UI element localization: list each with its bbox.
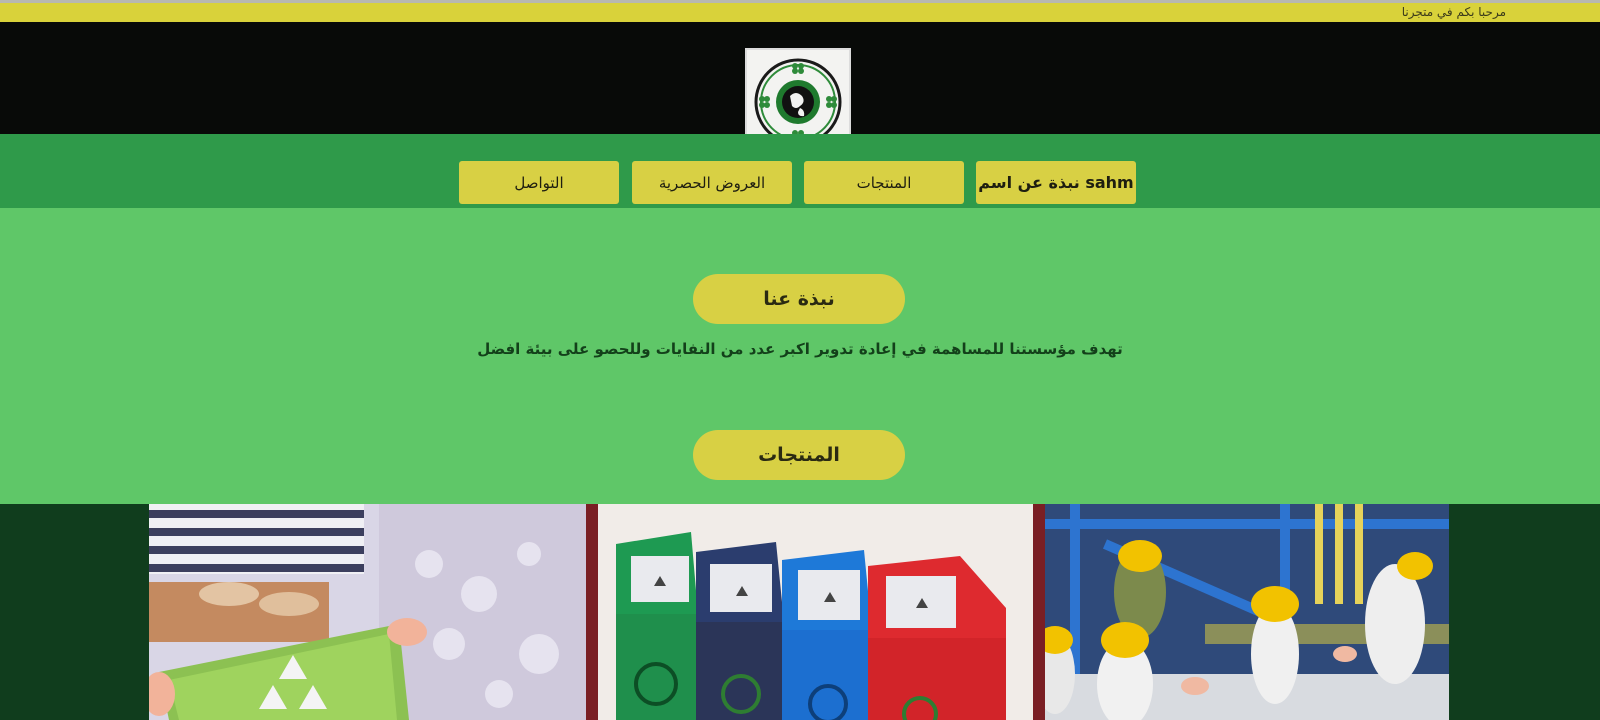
recycling-basket-photo[interactable] bbox=[149, 504, 586, 720]
content-section: نبذة عنا تهدف مؤسستنا للمساهمة في إعادة … bbox=[0, 208, 1600, 504]
nav-products[interactable]: المنتجات bbox=[804, 161, 964, 204]
products-heading: المنتجات bbox=[693, 430, 905, 480]
welcome-text: مرحبا بكم في متجرنا bbox=[1401, 5, 1506, 19]
recycling-bins-photo[interactable] bbox=[586, 504, 1045, 720]
nav-exclusive-offers[interactable]: العروض الحصرية bbox=[632, 161, 792, 204]
about-text: تهدف مؤسستنا للمساهمة في إعادة تدوير اكب… bbox=[477, 340, 1123, 358]
product-gallery bbox=[0, 504, 1600, 720]
nav-contact[interactable]: التواصل bbox=[459, 161, 619, 204]
about-heading: نبذة عنا bbox=[693, 274, 905, 324]
site-header bbox=[0, 22, 1600, 156]
nav-about-sahm[interactable]: sahm نبذة عن اسم bbox=[976, 161, 1136, 204]
main-navigation: sahm نبذة عن اسم المنتجات العروض الحصرية… bbox=[0, 134, 1600, 208]
sorting-workers-photo[interactable] bbox=[1045, 504, 1449, 720]
top-welcome-bar: مرحبا بكم في متجرنا bbox=[0, 0, 1600, 22]
